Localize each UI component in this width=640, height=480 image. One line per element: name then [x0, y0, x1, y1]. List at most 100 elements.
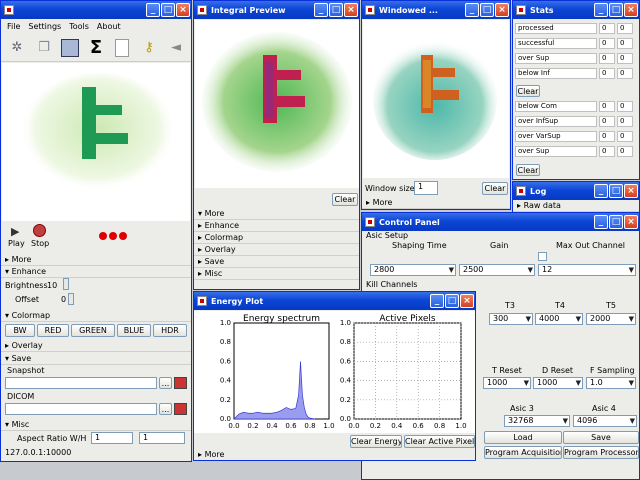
asic3-select[interactable]: 32768 ▼	[504, 415, 570, 427]
windowed-clear-button[interactable]: Clear	[482, 182, 508, 195]
minimize-button[interactable]: _	[594, 184, 608, 198]
program-processor-button[interactable]: Program Processor	[563, 446, 639, 459]
key-icon[interactable]: ⚷	[140, 40, 158, 56]
maximize-button[interactable]: □	[445, 294, 459, 308]
dicom-browse-button[interactable]: ...	[159, 403, 172, 415]
close-button[interactable]: ×	[624, 184, 638, 198]
stop-icon[interactable]	[33, 224, 46, 237]
close-button[interactable]: ×	[460, 294, 474, 308]
minimize-button[interactable]: _	[430, 294, 444, 308]
clear-energy-button[interactable]: Clear Energy	[350, 435, 402, 448]
raw-data-section[interactable]: ▸ Raw data	[513, 200, 639, 212]
asic4-select[interactable]: 4096 ▼	[573, 415, 637, 427]
menu-settings[interactable]: Settings	[28, 20, 61, 33]
document-icon[interactable]	[115, 39, 129, 57]
save-settings-button[interactable]: Save	[563, 431, 639, 444]
minimize-button[interactable]: _	[146, 3, 160, 17]
misc-section[interactable]: ▾ Misc	[1, 419, 191, 431]
log-titlebar[interactable]: Log _ □ ×	[513, 182, 639, 200]
minimize-button[interactable]: _	[465, 3, 479, 17]
maximize-button[interactable]: □	[480, 3, 494, 17]
t4-select[interactable]: 4000 ▼	[535, 313, 583, 325]
dicom-save-icon[interactable]	[174, 403, 187, 415]
colormap-section[interactable]: ▾ Colormap	[1, 310, 191, 322]
integral-section-4[interactable]: ▸ Save	[194, 256, 359, 268]
t-reset-select[interactable]: 1000 ▼	[483, 377, 531, 389]
more-section[interactable]: ▸ More	[1, 254, 191, 266]
close-button[interactable]: ×	[344, 3, 358, 17]
close-button[interactable]: ×	[624, 3, 638, 17]
save-section[interactable]: ▾ Save	[1, 353, 191, 365]
colormap-blue-button[interactable]: BLUE	[117, 324, 151, 337]
brightness-slider[interactable]	[63, 278, 69, 290]
d-reset-select[interactable]: 1000 ▼	[533, 377, 583, 389]
pinwheel-icon[interactable]: ✲	[9, 40, 25, 56]
integral-section-3[interactable]: ▸ Overlay	[194, 244, 359, 256]
windowed-titlebar[interactable]: Windowed ... _ □ ×	[362, 1, 510, 19]
maximize-button[interactable]: □	[609, 215, 623, 229]
menu-about[interactable]: About	[97, 20, 121, 33]
x-tick-label: 0.2	[370, 422, 381, 430]
max-out-select[interactable]: 12 ▼	[538, 264, 636, 276]
minimize-button[interactable]: _	[594, 3, 608, 17]
control-titlebar[interactable]: Control Panel _ □ ×	[362, 213, 639, 231]
integral-section-0[interactable]: ▾ More	[194, 208, 359, 220]
close-button[interactable]: ×	[176, 3, 190, 17]
close-button[interactable]: ×	[624, 215, 638, 229]
sigma-icon[interactable]: Σ	[87, 37, 105, 58]
maximize-button[interactable]: □	[161, 3, 175, 17]
colormap-green-button[interactable]: GREEN	[71, 324, 115, 337]
overlay-section[interactable]: ▸ Overlay	[1, 340, 191, 352]
window-size-spinner[interactable]: 1	[414, 181, 438, 195]
enhance-section[interactable]: ▾ Enhance	[1, 266, 191, 278]
energy-more-section[interactable]: ▸ More	[194, 449, 475, 460]
integral-section-5[interactable]: ▸ Misc	[194, 268, 359, 280]
aspect-width-spinner[interactable]: 1	[91, 432, 133, 444]
f-sampling-select[interactable]: 1.0 ▼	[586, 377, 636, 389]
snapshot-path-input[interactable]	[5, 377, 157, 389]
colormap-red-button[interactable]: RED	[37, 324, 69, 337]
save-label: Save	[11, 354, 32, 363]
stats-clear-button-bottom[interactable]: Clear	[516, 164, 540, 176]
program-acquisition-button[interactable]: Program Acquisition	[484, 446, 562, 459]
stats-titlebar[interactable]: Stats _ □ ×	[513, 1, 639, 19]
clear-active-pixels-button[interactable]: Clear Active Pixels	[404, 435, 475, 448]
windowed-more-section[interactable]: ▸ More	[362, 197, 510, 209]
log-window: Log _ □ × ▸ Raw data	[512, 181, 640, 215]
main-titlebar[interactable]: _ □ ×	[1, 1, 191, 19]
maximize-button[interactable]: □	[609, 184, 623, 198]
close-button[interactable]: ×	[495, 3, 509, 17]
menu-file[interactable]: File	[7, 20, 20, 33]
aspect-height-spinner[interactable]: 1	[139, 432, 185, 444]
colormap-bw-button[interactable]: BW	[5, 324, 35, 337]
integral-titlebar[interactable]: Integral Preview _ □ ×	[194, 1, 359, 19]
integral-section-2[interactable]: ▸ Colormap	[194, 232, 359, 244]
offset-slider[interactable]	[68, 293, 74, 305]
copy-icon[interactable]: ❐	[36, 40, 52, 56]
t5-select[interactable]: 2000 ▼	[586, 313, 636, 325]
maximize-button[interactable]: □	[329, 3, 343, 17]
snapshot-save-icon[interactable]	[174, 377, 187, 389]
save-image-icon[interactable]	[61, 39, 79, 57]
integral-section-1[interactable]: ▸ Enhance	[194, 220, 359, 232]
play-label[interactable]: Play	[8, 239, 25, 248]
play-icon[interactable]: ▶	[11, 225, 23, 238]
dicom-path-input[interactable]	[5, 403, 157, 415]
menu-tools[interactable]: Tools	[69, 20, 89, 33]
energy-titlebar[interactable]: Energy Plot _ □ ×	[194, 292, 475, 310]
maximize-button[interactable]: □	[609, 3, 623, 17]
snapshot-browse-button[interactable]: ...	[159, 377, 172, 389]
speaker-icon[interactable]: ◄	[167, 40, 185, 56]
integral-clear-button[interactable]: Clear	[332, 193, 358, 206]
t3-select[interactable]: 300 ▼	[489, 313, 533, 325]
stats-clear-button-top[interactable]: Clear	[516, 85, 540, 97]
colormap-hdr-button[interactable]: HDR	[153, 324, 187, 337]
gain-select[interactable]: 2500 ▼	[459, 264, 535, 276]
load-button[interactable]: Load	[484, 431, 562, 444]
shaping-time-select[interactable]: 2800 ▼	[370, 264, 456, 276]
minimize-button[interactable]: _	[314, 3, 328, 17]
stop-label[interactable]: Stop	[31, 239, 49, 248]
max-out-checkbox[interactable]	[538, 252, 547, 261]
aspect-height-value: 1	[143, 433, 149, 442]
minimize-button[interactable]: _	[594, 215, 608, 229]
